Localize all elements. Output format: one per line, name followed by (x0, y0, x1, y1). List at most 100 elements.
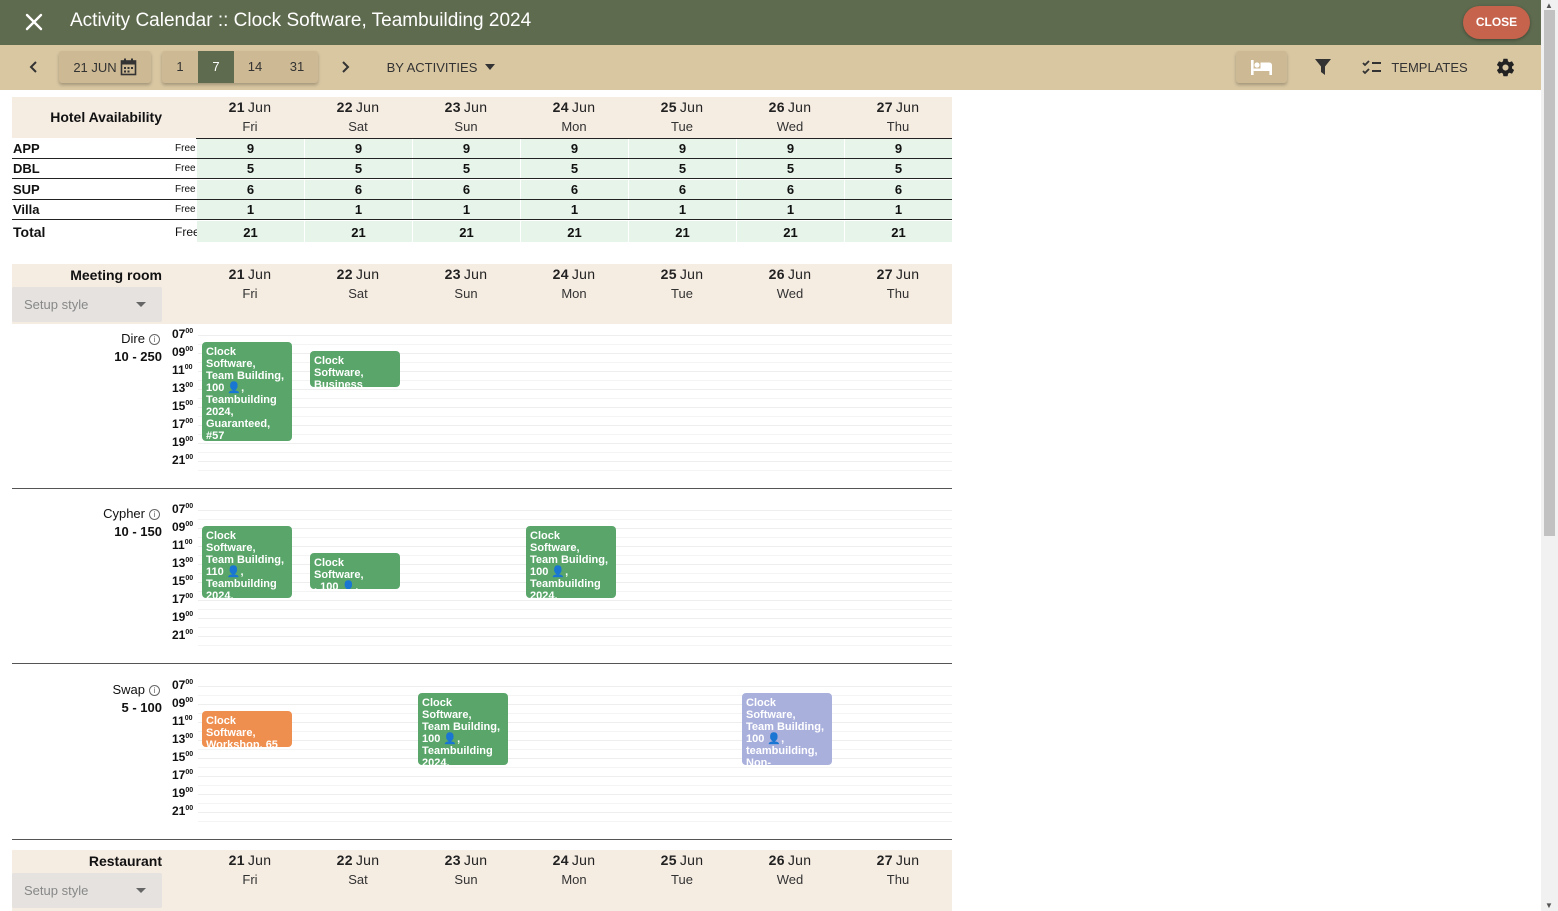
date-picker-button[interactable]: 21 JUN (59, 51, 151, 83)
hotel-toggle-button[interactable] (1236, 51, 1287, 83)
activity-event[interactable]: Clock Software, Team Building, 100 👤, Teamb… (418, 693, 508, 765)
day-number: 22 (336, 852, 353, 868)
availability-row-label: DBL (13, 161, 40, 176)
meeting-setup-style-select[interactable]: Setup style (12, 287, 162, 322)
hour-label: 0900 (172, 696, 193, 710)
hour-value: 17 (172, 417, 186, 431)
meeting-day-header: 22 Jun (304, 266, 412, 282)
activity-event[interactable]: Clock Software, Team Building, 100 👤, Teamb… (526, 526, 616, 598)
filter-button[interactable] (1309, 51, 1337, 83)
range-1-button[interactable]: 1 (162, 51, 198, 83)
activity-event[interactable]: Clock Software,Workshop, 65 👤,Teambuildi… (202, 711, 292, 747)
hour-gridline (198, 510, 952, 511)
bed-icon (1250, 59, 1272, 75)
availability-cell: 1 (737, 200, 844, 220)
day-month: Jun (679, 852, 704, 868)
prev-button[interactable] (21, 51, 47, 83)
hotel-day-header: 23 Jun (412, 99, 520, 115)
hotel-day-header: 22 Jun (304, 99, 412, 115)
room-separator (12, 488, 952, 489)
range-14-button[interactable]: 14 (234, 51, 276, 83)
activity-event[interactable]: Clock Software, Team Building, 100 👤, Teamb… (202, 342, 292, 441)
meeting-weekday: Fri (242, 286, 258, 301)
hotel-day-header: 27 Jun (844, 99, 952, 115)
gear-icon (1496, 58, 1514, 76)
room-capacity: 10 - 250 (114, 349, 162, 364)
scrollbar-thumb[interactable] (1544, 10, 1555, 536)
info-icon[interactable]: i (149, 509, 160, 520)
restaurant-weekday: Sun (454, 872, 478, 887)
event-text-line: Clock Software, (530, 530, 580, 554)
day-number: 27 (876, 852, 893, 868)
hour-label: 0700 (172, 502, 193, 516)
availability-cell: 21 (197, 221, 304, 242)
hour-label: 1300 (172, 381, 193, 395)
event-text-line: 2024, (422, 757, 450, 765)
hour-minutes: 00 (185, 697, 194, 704)
info-icon[interactable]: i (149, 685, 160, 696)
hour-minutes: 00 (185, 503, 194, 510)
scroll-down-arrow[interactable]: ▼ (1545, 901, 1553, 910)
hour-value: 19 (172, 435, 186, 449)
day-month: Jun (895, 99, 920, 115)
event-text-line: Team Building, (746, 721, 825, 733)
hour-label: 0700 (172, 327, 193, 341)
hotel-day-header: 26 Jun (736, 99, 844, 115)
hour-minutes: 00 (185, 418, 194, 425)
event-text-line: 100 👤, (530, 566, 569, 578)
meeting-weekday: Wed (776, 286, 804, 301)
hotel-availability-title: Hotel Availability (50, 109, 162, 125)
room-capacity: 10 - 150 (114, 524, 162, 539)
day-month: Jun (895, 266, 920, 282)
hour-minutes: 00 (185, 751, 194, 758)
hour-value: 21 (172, 453, 186, 467)
hour-gridline (198, 600, 952, 601)
next-button[interactable] (332, 51, 358, 83)
hour-value: 17 (172, 768, 186, 782)
settings-button[interactable] (1491, 51, 1519, 83)
hour-value: 09 (172, 345, 186, 359)
activity-event[interactable]: Clock Software, Team Building, 110 👤, Teamb… (202, 526, 292, 598)
activity-event[interactable]: Clock Software, Team Building, 100 👤, teamb… (742, 693, 832, 765)
availability-cell: 21 (521, 221, 628, 242)
view-mode-select[interactable]: BY ACTIVITIES (379, 51, 503, 83)
half-hour-gridline (198, 416, 952, 417)
restaurant-setup-style-select[interactable]: Setup style (12, 873, 162, 908)
range-31-button[interactable]: 31 (276, 51, 318, 83)
scroll-up-arrow[interactable]: ▲ (1545, 1, 1553, 10)
hour-gridline (198, 776, 952, 777)
hour-value: 15 (172, 574, 186, 588)
hour-minutes: 00 (185, 611, 194, 618)
close-icon[interactable] (22, 10, 46, 34)
day-month: Jun (571, 99, 596, 115)
range-7-button[interactable]: 7 (198, 51, 234, 83)
event-text-line: 2024, (206, 590, 234, 598)
close-button[interactable]: CLOSE (1463, 6, 1530, 39)
room-name-text: Swap (112, 682, 145, 697)
toolbar: 21 JUN 1 7 14 31 BY ACTIVITIES TEMPLATES (0, 45, 1541, 90)
window-title: Activity Calendar :: Clock Software, Tea… (70, 10, 532, 31)
event-text-line: Team Building, (206, 554, 285, 566)
half-hour-gridline (198, 785, 952, 786)
availability-cell: 5 (845, 159, 952, 179)
templates-button[interactable]: TEMPLATES (1358, 51, 1472, 83)
half-hour-gridline (198, 767, 952, 768)
event-text-line: Team Building, (530, 554, 609, 566)
event-text-line: 2024, (530, 590, 558, 598)
vertical-scrollbar[interactable]: ▲ ▼ (1541, 0, 1558, 911)
day-month: Jun (247, 266, 272, 282)
day-month: Jun (463, 852, 488, 868)
templates-label: TEMPLATES (1391, 59, 1468, 75)
availability-cell: 9 (521, 139, 628, 159)
activity-event[interactable]: Clock Software,Businessconference, 100 (310, 351, 400, 387)
hour-gridline (198, 335, 952, 336)
hour-value: 21 (172, 804, 186, 818)
info-icon[interactable]: i (149, 334, 160, 345)
hour-minutes: 00 (185, 805, 194, 812)
event-text-line: 110 👤, (206, 566, 244, 578)
event-text-line: Clock Software, (746, 697, 796, 721)
activity-event[interactable]: Clock Software,, 100 👤,Teambuilding (310, 553, 400, 589)
half-hour-gridline (198, 398, 952, 399)
hour-label: 1500 (172, 574, 193, 588)
hour-value: 13 (172, 732, 186, 746)
